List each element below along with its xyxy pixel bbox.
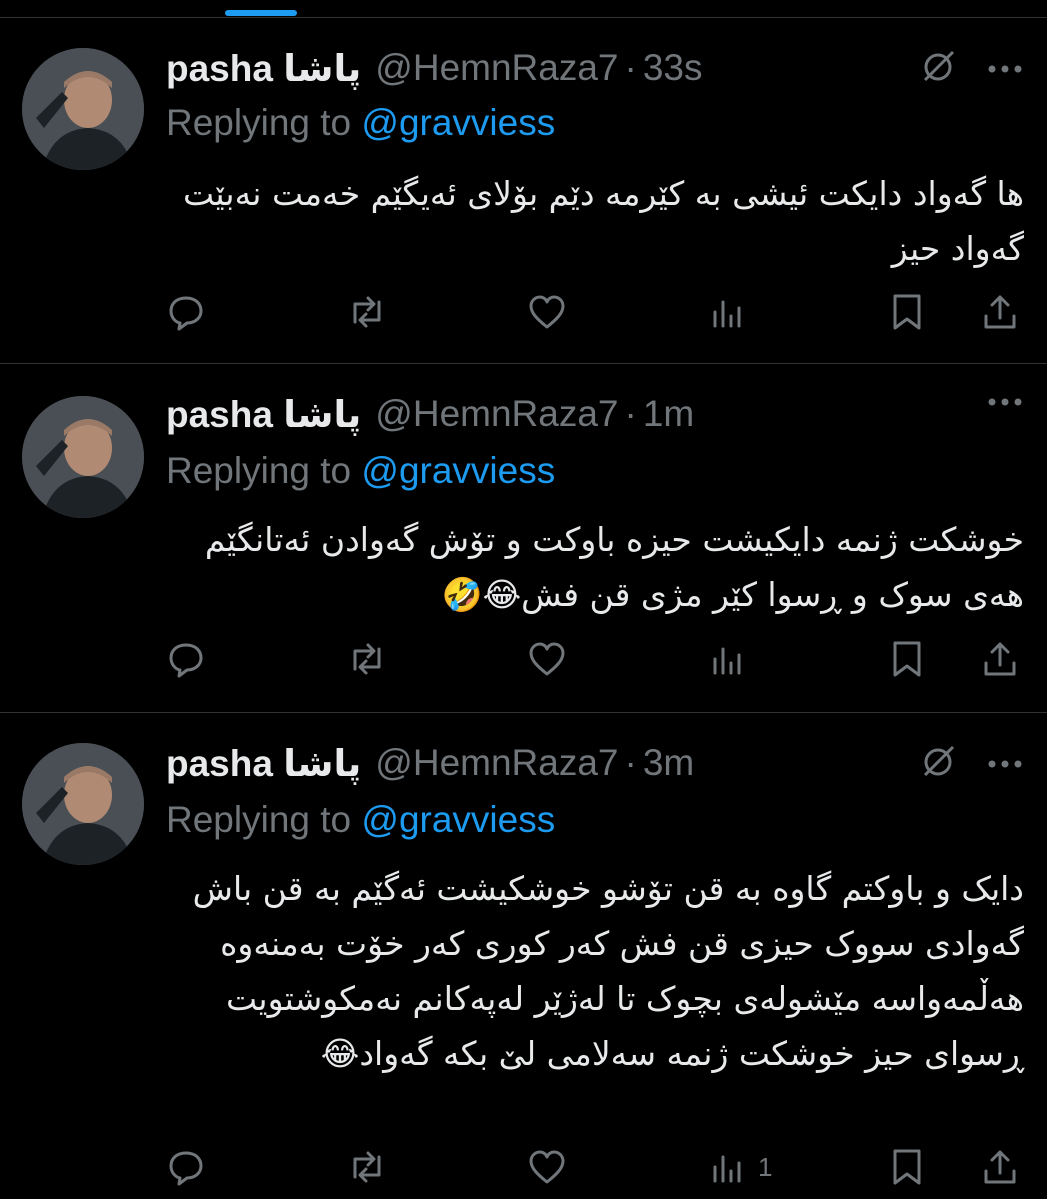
tweet-text: خوشکت ژنمە دایکیشت حیزە باوکت و تۆش گەوا…	[204, 520, 1024, 614]
avatar[interactable]	[22, 743, 144, 865]
bookmark-button[interactable]	[888, 637, 926, 681]
tweet-top-icons	[987, 394, 1023, 412]
more-icon[interactable]	[987, 394, 1023, 412]
more-icon[interactable]	[987, 756, 1023, 774]
retweet-icon	[346, 292, 388, 332]
tweet-header: pasha پاشا @HemnRaza7 · 3m	[166, 741, 694, 785]
bookmark-button[interactable]	[888, 1145, 926, 1189]
separator-dot: ·	[624, 742, 637, 783]
replying-prefix: Replying to	[166, 102, 352, 143]
like-icon	[527, 1147, 567, 1187]
display-name[interactable]: pasha پاشا	[166, 47, 361, 90]
timestamp[interactable]: 33s	[643, 47, 703, 89]
display-name[interactable]: pasha پاشا	[166, 393, 361, 436]
mention-link[interactable]: @gravviess	[361, 102, 555, 143]
tweet[interactable]: pasha پاشا @HemnRaza7 · 1m Replying to @…	[0, 364, 1047, 713]
views-icon	[708, 639, 748, 679]
tweet-top-icons	[919, 743, 1023, 786]
tweet-text: ها گەواد دایکت ئیشی بە کێرمە دێم بۆلای ئ…	[183, 174, 1024, 268]
tab-indicator	[225, 10, 297, 16]
separator-dot: ·	[624, 47, 637, 88]
reply-button[interactable]	[166, 290, 206, 334]
action-bar	[0, 290, 1047, 334]
tweet-header: pasha پاشا @HemnRaza7 · 33s	[166, 46, 703, 90]
like-icon	[527, 292, 567, 332]
views-icon	[708, 1147, 748, 1187]
replying-prefix: Replying to	[166, 450, 352, 491]
views-icon	[708, 292, 748, 332]
separator-dot: ·	[624, 393, 637, 434]
replying-to: Replying to @gravviess	[166, 450, 555, 492]
grok-icon[interactable]	[919, 743, 957, 786]
replying-to: Replying to @gravviess	[166, 799, 555, 841]
tweet[interactable]: pasha پاشا @HemnRaza7 · 33s Replying to …	[0, 18, 1047, 364]
like-button[interactable]	[527, 290, 567, 334]
views-button[interactable]	[708, 290, 758, 334]
reply-icon	[166, 639, 206, 679]
replying-prefix: Replying to	[166, 799, 352, 840]
retweet-button[interactable]	[346, 1145, 388, 1189]
views-count: 1	[758, 1151, 773, 1182]
share-button[interactable]	[980, 290, 1020, 334]
retweet-icon	[346, 1147, 388, 1187]
display-name[interactable]: pasha پاشا	[166, 742, 361, 785]
avatar[interactable]	[22, 48, 144, 170]
like-icon	[527, 639, 567, 679]
reply-icon	[166, 1147, 206, 1187]
like-button[interactable]	[527, 1145, 567, 1189]
bookmark-icon	[888, 1147, 926, 1187]
user-handle[interactable]: @HemnRaza7	[375, 742, 618, 784]
share-button[interactable]	[980, 637, 1020, 681]
more-icon[interactable]	[987, 61, 1023, 79]
mention-link[interactable]: @gravviess	[361, 450, 555, 491]
like-button[interactable]	[527, 637, 567, 681]
reply-icon	[166, 292, 206, 332]
grok-icon[interactable]	[919, 48, 957, 91]
share-button[interactable]	[980, 1145, 1020, 1189]
views-button[interactable]	[708, 637, 758, 681]
mention-link[interactable]: @gravviess	[361, 799, 555, 840]
user-handle[interactable]: @HemnRaza7	[375, 47, 618, 89]
retweet-button[interactable]	[346, 637, 388, 681]
reply-button[interactable]	[166, 1145, 206, 1189]
retweet-icon	[346, 639, 388, 679]
share-icon	[980, 292, 1020, 332]
tweet-header: pasha پاشا @HemnRaza7 · 1m	[166, 392, 694, 436]
bookmark-button[interactable]	[888, 290, 926, 334]
bookmark-icon	[888, 292, 926, 332]
action-bar: 1	[0, 1145, 1047, 1189]
views-button[interactable]: 1	[708, 1145, 772, 1189]
avatar[interactable]	[22, 396, 144, 518]
tweet-top-icons	[919, 48, 1023, 91]
replying-to: Replying to @gravviess	[166, 102, 555, 144]
share-icon	[980, 639, 1020, 679]
action-bar	[0, 637, 1047, 681]
user-handle[interactable]: @HemnRaza7	[375, 393, 618, 435]
retweet-button[interactable]	[346, 290, 388, 334]
tweet[interactable]: pasha پاشا @HemnRaza7 · 3m Replying to @…	[0, 713, 1047, 1199]
bookmark-icon	[888, 639, 926, 679]
reply-button[interactable]	[166, 637, 206, 681]
share-icon	[980, 1147, 1020, 1187]
timestamp[interactable]: 3m	[643, 742, 694, 784]
tweet-text: دایک و باوکتم گاوە بە قن تۆشو خوشکیشت ئە…	[192, 869, 1024, 1073]
timestamp[interactable]: 1m	[643, 393, 694, 435]
